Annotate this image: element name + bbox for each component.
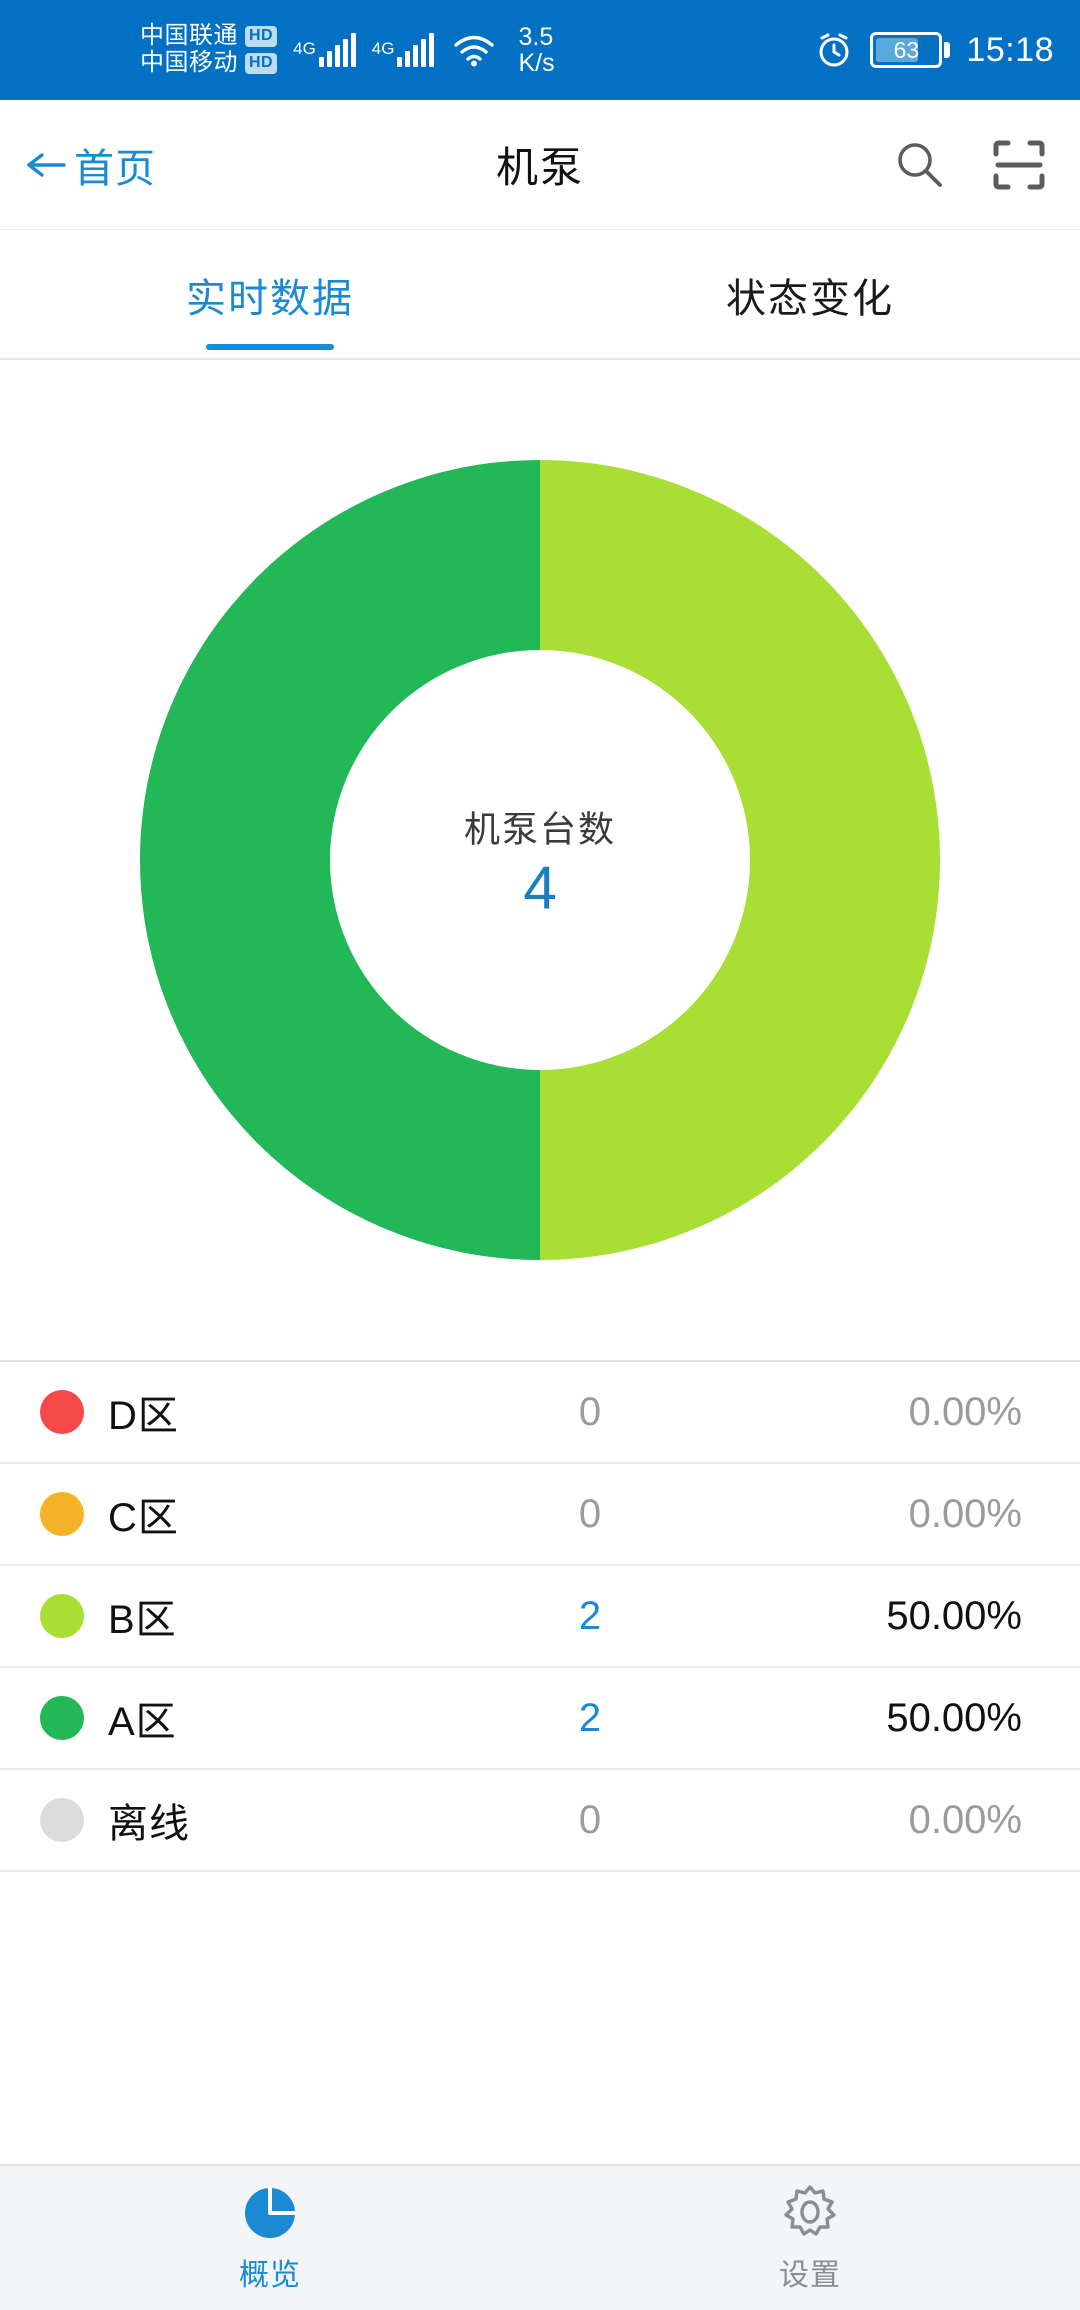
wifi-icon <box>452 32 496 68</box>
arrow-left-icon <box>24 147 66 183</box>
nav-actions <box>890 136 1048 194</box>
tab-status-change-label: 状态变化 <box>726 277 894 321</box>
table-row[interactable]: B区 2 50.00% <box>0 1566 1080 1668</box>
zone-count: 0 <box>578 1797 602 1842</box>
battery-indicator: 63 <box>870 32 951 68</box>
carrier-primary-row: 中国联通 HD <box>140 22 278 50</box>
battery-body-icon: 63 <box>870 32 943 68</box>
bottom-nav-overview-label: 概览 <box>239 2259 301 2292</box>
carrier-primary-hd-badge: HD <box>245 26 278 47</box>
tab-realtime-data-label: 实时数据 <box>186 277 354 321</box>
donut-center-text: 机泵台数 4 <box>340 801 740 920</box>
carrier-secondary-name: 中国移动 <box>140 49 238 76</box>
tab-bar: 实时数据 状态变化 <box>0 230 1080 360</box>
network-speed: 3.5 K/s <box>518 22 555 77</box>
row-zone-d: D区 <box>40 1383 470 1441</box>
carrier-secondary-row: 中国移动 HD <box>140 49 278 77</box>
zone-count: 2 <box>578 1593 602 1638</box>
scan-qr-icon[interactable] <box>990 136 1048 194</box>
zone-name: B区 <box>108 1598 177 1642</box>
zone-count: 0 <box>578 1491 602 1536</box>
donut-chart: 机泵台数 4 <box>135 455 945 1265</box>
zone-name: C区 <box>108 1496 179 1540</box>
row-zone-c: C区 <box>40 1485 470 1543</box>
zone-color-dot <box>40 1696 84 1740</box>
signal-secondary: 4G <box>372 33 435 67</box>
row-zone-b: B区 <box>40 1587 470 1645</box>
table-row[interactable]: D区 0 0.00% <box>0 1362 1080 1464</box>
network-type-secondary: 4G <box>371 39 395 58</box>
tab-status-change[interactable]: 状态变化 <box>540 230 1080 360</box>
zone-count: 0 <box>578 1389 602 1434</box>
table-row[interactable]: A区 2 50.00% <box>0 1668 1080 1770</box>
status-bar-right: 63 15:18 <box>814 0 1054 100</box>
zone-percent: 50.00% <box>886 1593 1022 1638</box>
network-speed-value: 3.5 <box>518 22 554 51</box>
donut-center-label: 机泵台数 <box>463 808 616 850</box>
zone-color-dot <box>40 1798 84 1842</box>
zone-count: 2 <box>578 1695 602 1740</box>
app-screen: 中国联通 HD 中国移动 HD 4G 4G 3.5 K/s 63 15:18 首… <box>0 0 1080 2310</box>
carrier-labels: 中国联通 HD 中国移动 HD <box>140 22 278 77</box>
gear-icon <box>779 2182 841 2244</box>
zone-color-dot <box>40 1492 84 1536</box>
zone-name: D区 <box>108 1394 179 1438</box>
back-button-label: 首页 <box>74 146 156 191</box>
status-bar-left: 中国联通 HD 中国移动 HD 4G 4G 3.5 K/s <box>140 22 555 77</box>
chart-area: 机泵台数 4 <box>0 360 1080 1360</box>
network-type-primary: 4G <box>293 39 316 58</box>
status-bar-clock: 15:18 <box>966 30 1054 69</box>
zone-name: 离线 <box>108 1802 190 1846</box>
status-bar: 中国联通 HD 中国移动 HD 4G 4G 3.5 K/s 63 15:18 <box>0 0 1080 100</box>
signal-bars-primary-icon <box>318 33 356 67</box>
bottom-navigation: 概览 设置 <box>0 2164 1080 2310</box>
pie-chart-icon <box>239 2182 301 2244</box>
row-zone-a: A区 <box>40 1689 470 1747</box>
battery-cap-icon <box>944 42 951 58</box>
zone-color-dot <box>40 1594 84 1638</box>
zone-percent: 50.00% <box>886 1695 1022 1740</box>
carrier-secondary-hd-badge: HD <box>245 53 278 74</box>
zone-color-dot <box>40 1390 84 1434</box>
table-row[interactable]: 离线 0 0.00% <box>0 1770 1080 1872</box>
carrier-primary-name: 中国联通 <box>140 22 238 50</box>
back-button[interactable]: 首页 <box>24 136 156 194</box>
tab-realtime-data[interactable]: 实时数据 <box>0 230 540 360</box>
donut-center-value: 4 <box>523 854 557 922</box>
search-icon[interactable] <box>890 136 948 194</box>
bottom-nav-settings-label: 设置 <box>779 2259 841 2292</box>
signal-bars-secondary-icon <box>397 33 435 67</box>
row-offline: 离线 <box>40 1791 470 1849</box>
network-speed-unit: K/s <box>518 49 555 77</box>
bottom-nav-settings[interactable]: 设置 <box>540 2182 1080 2294</box>
zone-percent: 0.00% <box>908 1389 1022 1434</box>
zone-percent: 0.00% <box>908 1797 1022 1842</box>
zone-list: D区 0 0.00% C区 0 0.00% B区 2 50.00% A区 2 5… <box>0 1360 1080 1872</box>
nav-header: 首页 机泵 <box>0 100 1080 230</box>
signal-primary: 4G <box>293 33 356 67</box>
battery-percent-label: 63 <box>893 36 920 63</box>
table-row[interactable]: C区 0 0.00% <box>0 1464 1080 1566</box>
alarm-clock-icon <box>814 30 854 70</box>
bottom-nav-overview[interactable]: 概览 <box>0 2182 540 2294</box>
zone-name: A区 <box>108 1700 177 1744</box>
zone-percent: 0.00% <box>908 1491 1022 1536</box>
